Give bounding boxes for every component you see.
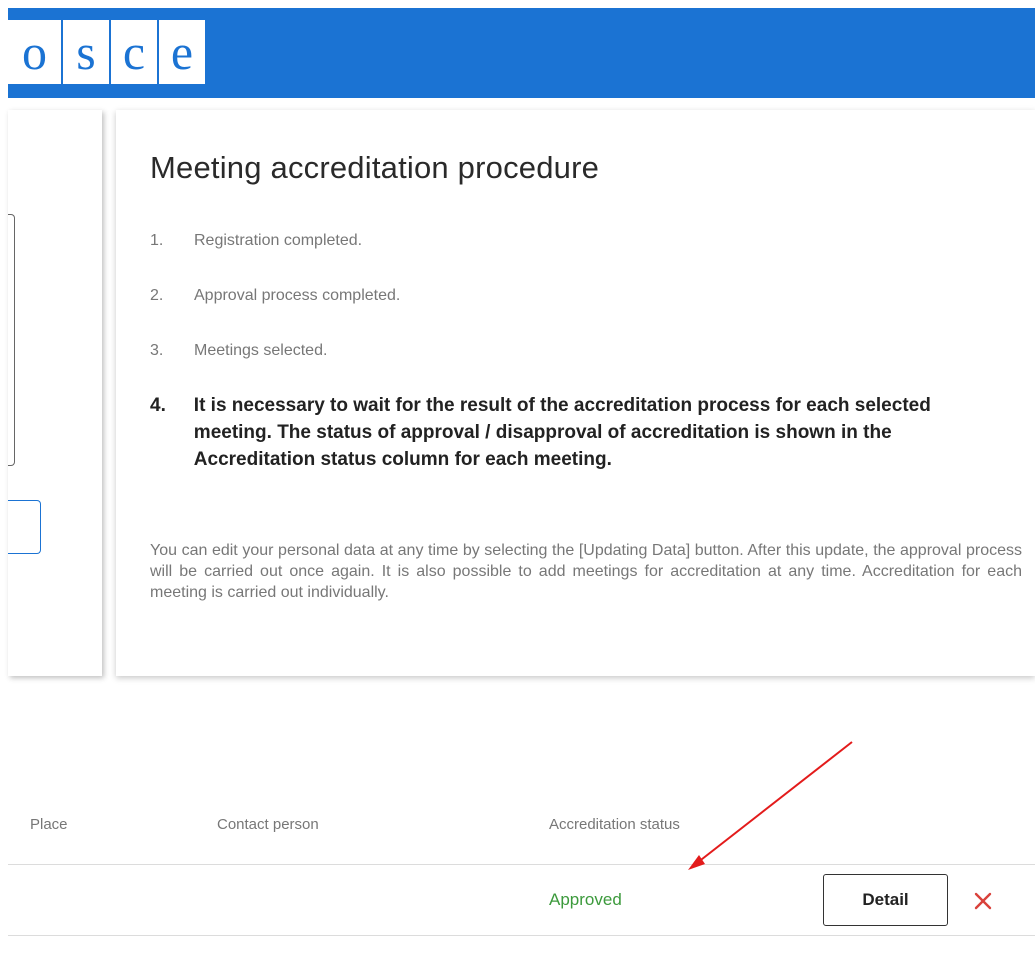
logo-letter: c: [111, 20, 157, 84]
procedure-card: Meeting accreditation procedure 1. Regis…: [116, 110, 1035, 676]
logo-letter: s: [63, 20, 109, 84]
profile-textarea[interactable]: [8, 214, 15, 466]
step-text: Approval process completed.: [194, 287, 401, 304]
osce-logo[interactable]: o s c e: [8, 20, 207, 86]
procedure-step: 1. Registration completed.: [150, 232, 362, 250]
profile-action-button[interactable]: [8, 500, 41, 554]
step-text: Registration completed.: [194, 232, 363, 249]
procedure-step-current: 4. It is necessary to wait for the resul…: [150, 392, 990, 473]
column-header-place[interactable]: Place: [30, 816, 68, 833]
table-divider: [8, 864, 1035, 865]
detail-button[interactable]: Detail: [823, 874, 948, 926]
step-number: 1.: [150, 232, 164, 249]
procedure-note: You can edit your personal data at any t…: [150, 542, 1022, 601]
procedure-title: Meeting accreditation procedure: [150, 150, 600, 185]
logo-letter: e: [159, 20, 205, 84]
profile-card: [8, 110, 102, 676]
procedure-step: 2. Approval process completed.: [150, 287, 400, 305]
accreditation-status-value: Approved: [549, 890, 622, 909]
step-number: 4.: [150, 395, 166, 416]
site-header: o s c e: [8, 8, 1035, 98]
step-text: Meetings selected.: [194, 342, 328, 359]
step-number: 2.: [150, 287, 164, 304]
column-header-contact-person[interactable]: Contact person: [217, 816, 319, 833]
column-header-accreditation-status[interactable]: Accreditation status: [549, 816, 680, 833]
step-number: 3.: [150, 342, 164, 359]
procedure-step: 3. Meetings selected.: [150, 342, 327, 360]
table-divider: [8, 935, 1035, 936]
step-text: It is necessary to wait for the result o…: [193, 395, 931, 470]
close-icon[interactable]: [970, 888, 996, 914]
logo-letter: o: [8, 20, 61, 84]
